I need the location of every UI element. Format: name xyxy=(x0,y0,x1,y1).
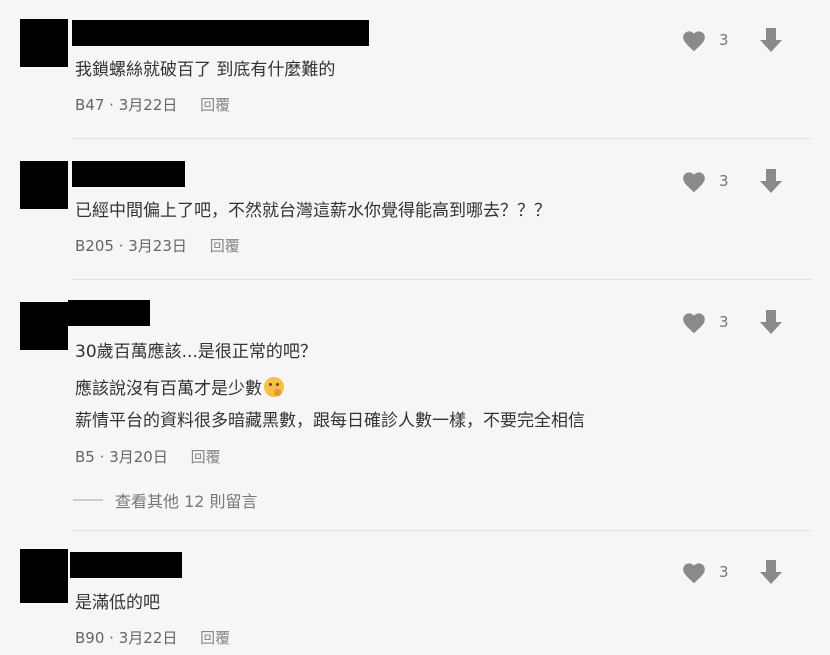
reply-button[interactable]: 回覆 xyxy=(200,96,230,114)
reaction-bar: 3 xyxy=(681,27,783,53)
separator: · xyxy=(109,629,114,647)
down-arrow-icon[interactable] xyxy=(759,559,783,585)
more-replies-label: 查看其他 12 則留言 xyxy=(115,492,258,511)
divider xyxy=(72,530,812,531)
reply-button[interactable]: 回覆 xyxy=(191,448,221,466)
redacted-username[interactable] xyxy=(68,300,150,326)
down-arrow-icon[interactable] xyxy=(759,309,783,335)
comment-text: 薪情平台的資料很多暗藏黑數，跟每日確診人數一樣，不要完全相信 xyxy=(75,411,585,431)
reaction-bar: 3 xyxy=(681,309,783,335)
comment-text: 已經中間偏上了吧，不然就台灣這薪水你覺得能高到哪去？？？ xyxy=(75,201,551,221)
comment-date: 3月22日 xyxy=(118,96,178,114)
heart-icon[interactable] xyxy=(681,169,707,193)
comment-text: 30歲百萬應該...是很正常的吧？ xyxy=(75,342,317,362)
floor-number: B47 xyxy=(75,96,105,114)
reply-button[interactable]: 回覆 xyxy=(210,237,240,255)
floor-number: B205 xyxy=(75,237,114,255)
divider xyxy=(72,279,812,280)
like-count: 3 xyxy=(719,31,729,49)
comment-meta: B47 · 3月22日 回覆 xyxy=(75,95,230,115)
like-count: 3 xyxy=(719,313,729,331)
reaction-bar: 3 xyxy=(681,168,783,194)
heart-icon[interactable] xyxy=(681,28,707,52)
avatar[interactable] xyxy=(20,161,68,209)
thinking-face-emoji xyxy=(264,377,284,397)
redacted-username[interactable] xyxy=(72,161,185,187)
more-replies-line xyxy=(73,499,103,501)
separator: · xyxy=(99,448,105,466)
down-arrow-icon[interactable] xyxy=(759,27,783,53)
comment-text: 應該說沒有百萬才是少數 xyxy=(75,377,284,399)
avatar[interactable] xyxy=(20,19,68,67)
separator: · xyxy=(109,96,114,114)
comment-meta: B90 · 3月22日 回覆 xyxy=(75,628,230,648)
avatar[interactable] xyxy=(20,302,68,350)
comment-text-part: 應該說沒有百萬才是少數 xyxy=(75,379,262,399)
like-count: 3 xyxy=(719,172,729,190)
reply-button[interactable]: 回覆 xyxy=(200,629,230,647)
down-arrow-icon[interactable] xyxy=(759,168,783,194)
comment-text: 是滿低的吧 xyxy=(75,593,160,613)
comment-text: 我鎖螺絲就破百了 到底有什麼難的 xyxy=(75,60,336,80)
comment-meta: B205 · 3月23日 回覆 xyxy=(75,236,240,256)
view-more-replies-button[interactable]: 查看其他 12 則留言 xyxy=(73,488,258,512)
floor-number: B90 xyxy=(75,629,105,647)
separator: · xyxy=(118,237,124,255)
floor-number: B5 xyxy=(75,448,95,466)
heart-icon[interactable] xyxy=(681,560,707,584)
comment-date: 3月23日 xyxy=(128,237,187,255)
comment-date: 3月22日 xyxy=(118,629,178,647)
redacted-username[interactable] xyxy=(72,20,369,46)
redacted-username[interactable] xyxy=(70,552,182,578)
avatar[interactable] xyxy=(20,549,68,603)
like-count: 3 xyxy=(719,563,729,581)
comment-date: 3月20日 xyxy=(109,448,168,466)
reaction-bar: 3 xyxy=(681,559,783,585)
divider xyxy=(72,138,812,139)
comment-meta: B5 · 3月20日 回覆 xyxy=(75,447,221,467)
heart-icon[interactable] xyxy=(681,310,707,334)
